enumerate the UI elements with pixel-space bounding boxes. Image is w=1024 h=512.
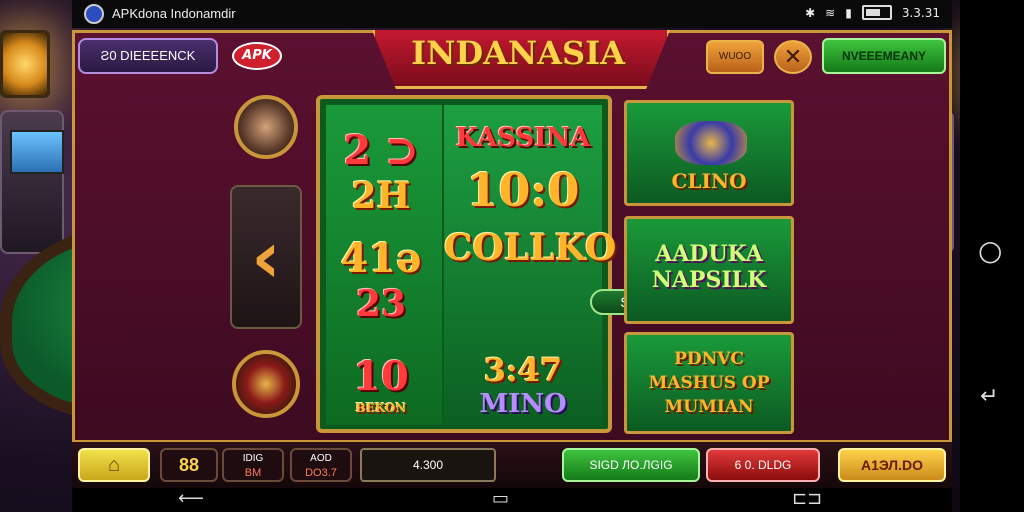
app-title: APKdona Indonamdir: [112, 6, 236, 21]
roulette-icon[interactable]: [232, 350, 300, 418]
reel-symbol: 3:47: [483, 351, 563, 389]
system-status-bar: APKdona Indonamdir ✱ ≋ ▮ 3.3.31: [72, 0, 952, 28]
bet-button[interactable]: A1ЭЛ.DO: [838, 448, 946, 482]
side-column: ‹: [228, 95, 308, 425]
reel-symbol: KASSINA: [455, 123, 591, 153]
side-navigation-bar: ○ ↵: [960, 0, 1024, 512]
red-action-button[interactable]: 6 0. DLDG: [706, 448, 820, 482]
menu-button[interactable]: WUOO: [706, 40, 764, 74]
avatar[interactable]: [234, 95, 298, 159]
status-time: 3.3.31: [901, 5, 940, 20]
reel-symbol: COLLKO: [444, 227, 617, 269]
reel-symbol: 2H: [351, 175, 411, 217]
battery-icon: [861, 5, 892, 20]
reel-left: 2 ⊃ 2H 41ə 23 10 BEKON: [326, 105, 442, 425]
bottom-bar: ⌂ 88 IDIG BM AOD DO3.7 4.300 SIGD ЛО.ЛGI…: [72, 440, 952, 488]
green-action-button[interactable]: SIGD ЛО.ЛGIG: [562, 448, 700, 482]
game-panel-2[interactable]: AADUKA NAPSILK: [624, 216, 794, 324]
home-pill-icon[interactable]: ▭: [492, 488, 509, 509]
reel-symbol: 41ə: [340, 235, 422, 282]
lantern-left-decoration: [0, 30, 50, 98]
close-button[interactable]: ✕: [774, 40, 812, 74]
wifi-icon: ≋: [825, 5, 836, 20]
stat-value: BM: [244, 467, 262, 479]
reel-symbol: 10: [353, 353, 409, 400]
amount-field[interactable]: 4.300: [360, 448, 496, 482]
reel-symbol: 2 ⊃: [343, 127, 419, 174]
counter-display: 88: [160, 448, 218, 482]
dice-icon: [675, 121, 747, 165]
app-icon: [84, 4, 104, 24]
status-icons: ✱ ≋ ▮ 3.3.31: [805, 5, 940, 20]
recents-icon[interactable]: ⊏⊐: [792, 488, 822, 509]
game-panel-label: AADUKA NAPSILK: [651, 241, 767, 293]
header-right-pill-button[interactable]: NVEEEMEANY: [822, 38, 946, 74]
game-panel-1[interactable]: CLINO: [624, 100, 794, 206]
bluetooth-icon: ✱: [805, 5, 816, 20]
game-panel-label: CLINO: [671, 169, 747, 193]
stat-label: AOD: [310, 453, 332, 464]
reel-symbol: MINO: [479, 389, 567, 419]
back-icon[interactable]: ⟵: [178, 488, 204, 509]
reel-symbol: 10:0: [466, 163, 580, 217]
header-left-pill-button[interactable]: Ƨ0 DIEEEENCK: [78, 38, 218, 74]
stat-value: DO3.7: [305, 467, 337, 479]
apk-badge: APK: [232, 42, 282, 70]
game-title: INDANASIA: [411, 34, 625, 72]
reel-symbol: 23: [355, 283, 407, 325]
home-icon[interactable]: ⌂: [78, 448, 150, 482]
home-circle-icon[interactable]: ○: [978, 234, 1002, 267]
stat-box-1: IDIG BM: [222, 448, 284, 482]
game-panel-3[interactable]: PDNVC MASHUS OP MUMIAN: [624, 332, 794, 434]
reel-right: KASSINA 10:0 COLLKO SSINO 3:47 MINO: [444, 105, 694, 425]
stat-box-2: AOD DO3.7: [290, 448, 352, 482]
slot-reels[interactable]: 2 ⊃ 2H 41ə 23 10 BEKON KASSINA 10:0 COLL…: [316, 95, 694, 433]
game-panel-label: PDNVC MASHUS OP MUMIAN: [648, 349, 770, 417]
stat-label: IDIG: [242, 453, 264, 464]
chevron-left-icon[interactable]: ‹: [230, 185, 302, 329]
back-arrow-icon[interactable]: ↵: [980, 384, 998, 409]
signal-icon: ▮: [845, 5, 852, 20]
bottom-navigation-bar: ⟵ ▭ ⊏⊐: [72, 488, 952, 512]
slot-machine-left-decoration: [0, 110, 64, 254]
reel-caption: BEKON: [355, 401, 407, 415]
